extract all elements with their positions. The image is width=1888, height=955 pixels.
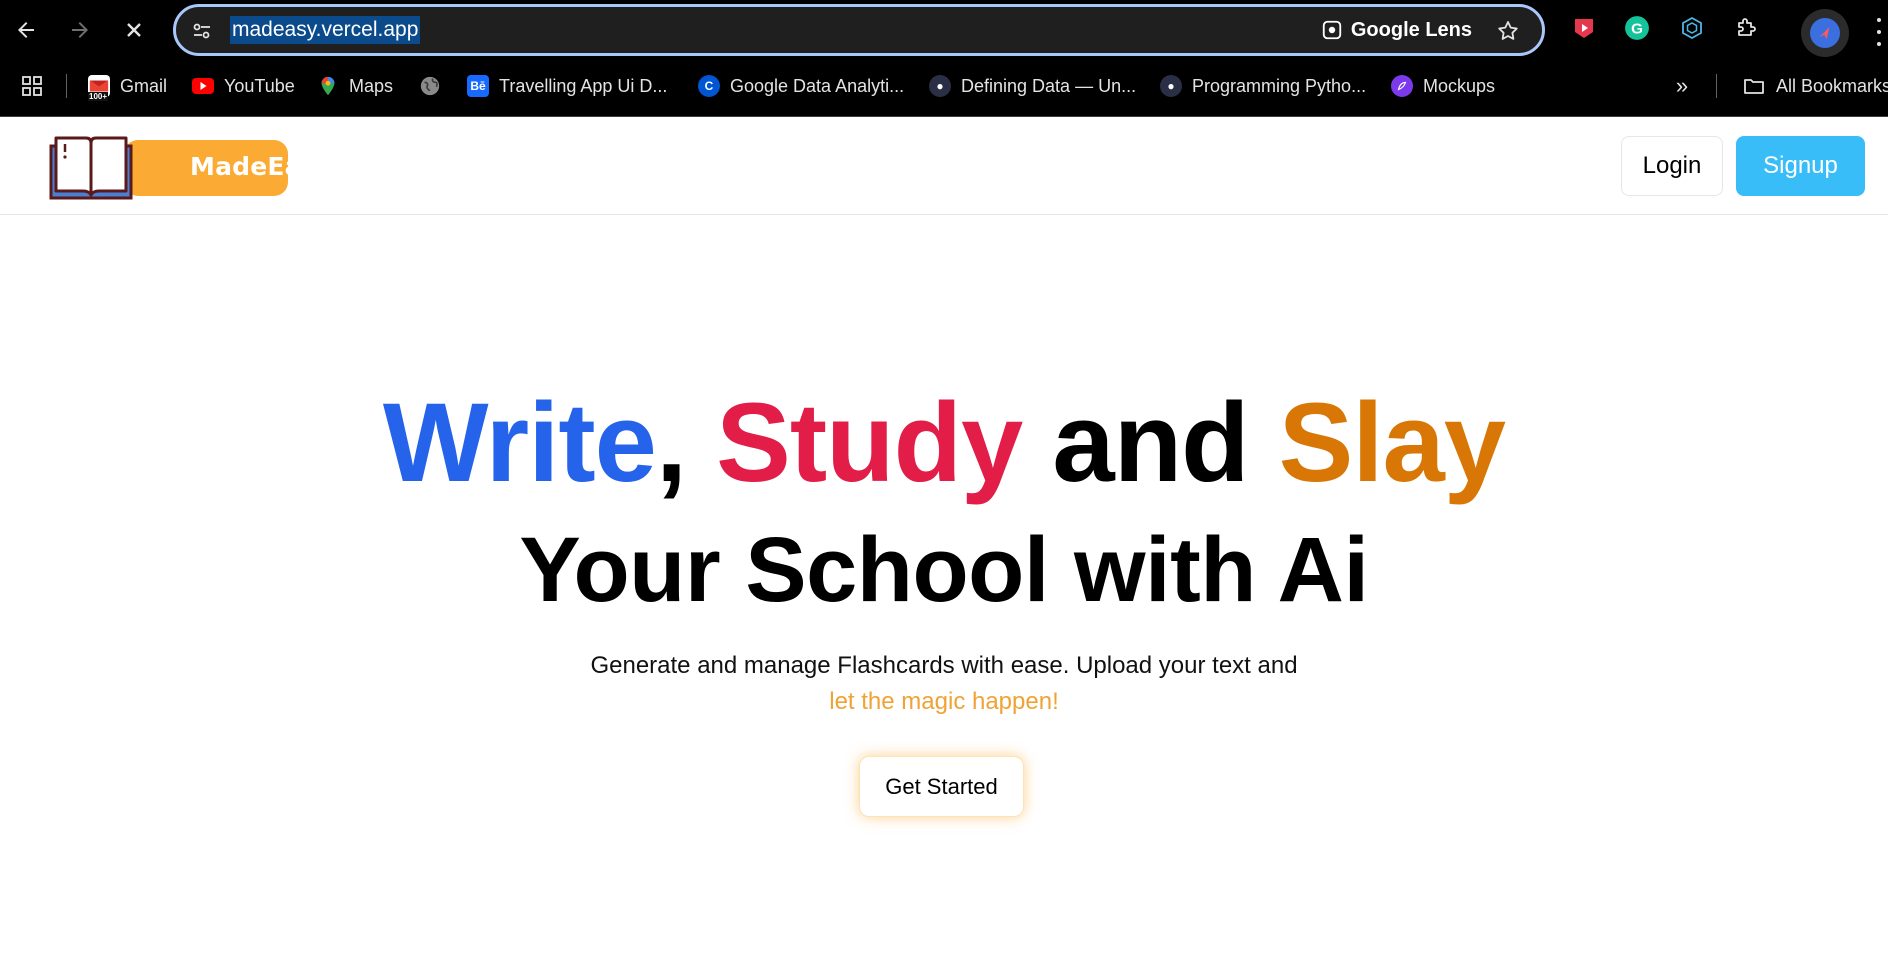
site-icon: ● <box>1160 75 1182 97</box>
hero-word-and: and <box>1052 380 1249 505</box>
bookmark-label: Gmail <box>120 75 168 96</box>
forward-button[interactable] <box>60 10 100 50</box>
extension-hex-icon[interactable] <box>1677 13 1707 43</box>
hero-word-study: Study <box>716 380 1023 505</box>
arrow-left-icon <box>18 22 34 38</box>
hero-comma: , <box>655 380 687 505</box>
close-icon <box>127 23 141 37</box>
extension-red-play-icon[interactable] <box>1569 13 1599 43</box>
site-header: MadeEasy Login Signup <box>0 117 1888 215</box>
bookmark-gmail[interactable]: 100+ Gmail <box>88 70 167 102</box>
behance-icon: Bē <box>467 75 489 97</box>
bookmark-label: YouTube <box>224 75 295 96</box>
bookmark-label: Travelling App Ui D... <box>499 75 668 96</box>
bookmarks-bar: 100+ Gmail YouTube Maps Bē Travelling Ap… <box>0 66 1888 106</box>
globe-icon <box>419 75 441 97</box>
bookmark-mockups[interactable]: Mockups <box>1391 70 1495 102</box>
bookmark-label: Google Data Analyti... <box>730 75 905 96</box>
hero-description-accent: let the magic happen! <box>829 688 1059 715</box>
folder-icon <box>1744 79 1764 94</box>
apps-grid-icon[interactable] <box>20 74 44 98</box>
all-bookmarks-label: All Bookmarks <box>1776 75 1888 96</box>
back-button[interactable] <box>6 10 46 50</box>
bookmark-label: Mockups <box>1423 75 1496 96</box>
hero-word-write: Write <box>382 380 657 505</box>
bookmark-star-icon[interactable] <box>1496 19 1520 43</box>
bookmark-globe[interactable] <box>419 70 441 102</box>
browser-chrome: madeasy.vercel.app Google Lens G 100+ Gm… <box>0 0 1888 117</box>
address-bar[interactable]: madeasy.vercel.app Google Lens <box>173 4 1545 56</box>
bookmark-label: Programming Pytho... <box>1192 75 1367 96</box>
youtube-icon <box>192 78 214 94</box>
stop-loading-button[interactable] <box>114 10 154 50</box>
open-book-icon <box>49 136 133 200</box>
site-logo[interactable]: MadeEasy <box>48 132 333 202</box>
bookmark-behance[interactable]: Bē Travelling App Ui D... <box>467 70 667 102</box>
bookmark-maps[interactable]: Maps <box>317 70 393 102</box>
bookmark-youtube[interactable]: YouTube <box>192 70 295 102</box>
url-text[interactable]: madeasy.vercel.app <box>230 16 421 44</box>
svg-text:G: G <box>1631 20 1643 37</box>
logo-text: MadeEasy <box>190 152 334 181</box>
bookmark-defining-data[interactable]: ● Defining Data — Un... <box>929 70 1136 102</box>
maps-icon <box>317 75 339 97</box>
profile-avatar[interactable] <box>1801 9 1849 57</box>
gmail-badge: 100+ <box>88 92 109 101</box>
get-started-button[interactable]: Get Started <box>859 756 1024 817</box>
hero-subheadline: Your School with Ai <box>519 519 1369 621</box>
google-lens-button[interactable]: Google Lens <box>1321 16 1472 44</box>
hero-word-slay: Slay <box>1278 380 1506 505</box>
hero-description: Generate and manage Flashcards with ease… <box>590 652 1298 679</box>
lens-label: Google Lens <box>1350 18 1472 41</box>
all-bookmarks-button[interactable]: All Bookmarks <box>1742 70 1888 102</box>
grammarly-icon[interactable]: G <box>1622 13 1652 43</box>
bookmarks-divider <box>66 74 67 98</box>
browser-menu-icon[interactable] <box>1874 18 1884 46</box>
profile-icon <box>1810 18 1840 48</box>
bookmark-programming-python[interactable]: ● Programming Pytho... <box>1160 70 1366 102</box>
arrow-right-icon <box>72 22 88 38</box>
site-icon: ● <box>929 75 951 97</box>
hero-headline: Write, Study and Slay <box>0 378 1888 508</box>
mockups-icon <box>1391 75 1413 97</box>
extensions-puzzle-icon[interactable] <box>1731 13 1761 43</box>
gmail-icon: 100+ <box>88 75 110 101</box>
more-bookmarks-chevron-icon[interactable]: » <box>1670 74 1694 98</box>
login-button[interactable]: Login <box>1621 136 1723 196</box>
bookmark-label: Defining Data — Un... <box>961 75 1137 96</box>
bookmarks-divider <box>1716 74 1717 98</box>
bookmark-google-data-analytics[interactable]: C Google Data Analyti... <box>698 70 904 102</box>
site-settings-icon[interactable] <box>190 19 214 43</box>
coursera-icon: C <box>698 75 720 97</box>
bookmark-label: Maps <box>349 75 394 96</box>
signup-button[interactable]: Signup <box>1736 136 1865 196</box>
lens-icon <box>1322 20 1342 40</box>
